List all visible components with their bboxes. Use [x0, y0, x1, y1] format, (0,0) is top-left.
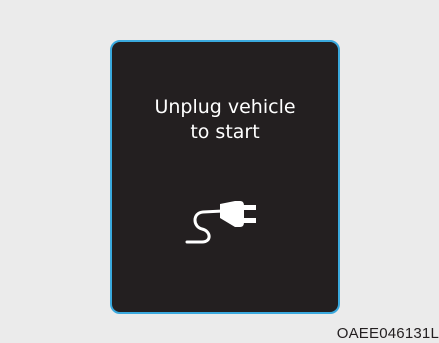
message-line-1: Unplug vehicle: [154, 96, 296, 118]
plug-cable-icon: [185, 201, 256, 244]
message-line-2: to start: [190, 121, 260, 143]
unplug-message: Unplug vehicle to start: [112, 95, 338, 145]
figure-code: OAEE046131L: [336, 325, 439, 342]
cluster-display-panel: Unplug vehicle to start: [110, 40, 340, 314]
